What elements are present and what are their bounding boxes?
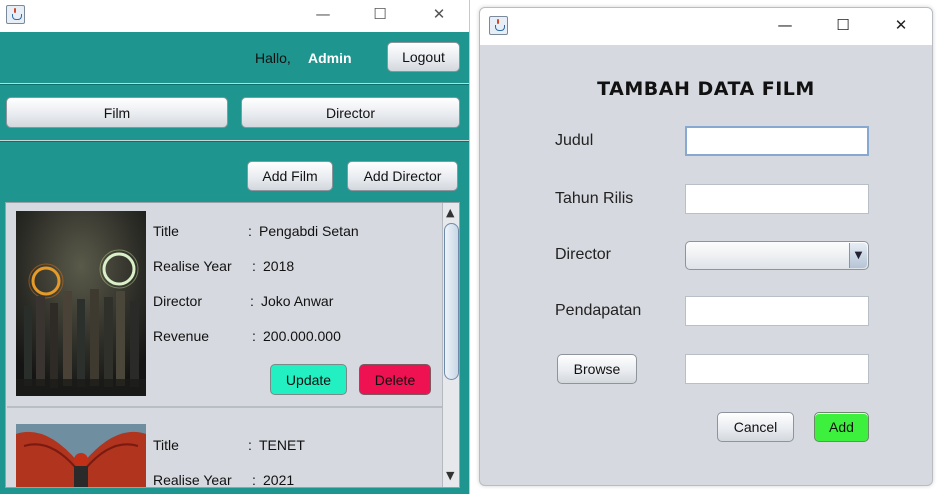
tahun-rilis-label: Tahun Rilis bbox=[555, 190, 634, 207]
update-button[interactable]: Update bbox=[270, 364, 347, 395]
java-icon bbox=[6, 5, 25, 24]
divider bbox=[0, 83, 469, 85]
pendapatan-input[interactable] bbox=[685, 296, 869, 326]
username-label: Admin bbox=[308, 50, 352, 66]
film-title-value: Pengabdi Setan bbox=[259, 223, 359, 239]
vertical-scrollbar[interactable]: ▲ ▼ bbox=[442, 203, 459, 487]
add-film-window: — ☐ ✕ TAMBAH DATA FILM Judul Tahun Rilis… bbox=[479, 7, 933, 486]
pendapatan-label: Pendapatan bbox=[555, 302, 642, 319]
film-year-value: 2018 bbox=[263, 258, 295, 274]
tahun-rilis-input[interactable] bbox=[685, 184, 869, 214]
director-label: Director bbox=[153, 293, 203, 309]
scroll-up-icon[interactable]: ▲ bbox=[446, 206, 454, 219]
add-director-button[interactable]: Add Director bbox=[347, 161, 458, 191]
title-label: Title bbox=[153, 223, 179, 239]
year-label: Realise Year bbox=[153, 472, 232, 488]
minimize-icon[interactable]: — bbox=[762, 11, 808, 39]
cancel-button[interactable]: Cancel bbox=[717, 412, 794, 442]
colon: : bbox=[250, 293, 254, 309]
title-label: Title bbox=[153, 437, 179, 453]
director-label: Director bbox=[555, 246, 612, 263]
chevron-down-icon[interactable]: ▼ bbox=[849, 243, 867, 268]
colon: : bbox=[252, 258, 256, 274]
maximize-icon[interactable]: ☐ bbox=[820, 11, 866, 39]
main-window: — ☐ ✕ Hallo, Admin Logout Film Director … bbox=[0, 0, 470, 494]
file-path-input[interactable] bbox=[685, 354, 869, 384]
minimize-icon[interactable]: — bbox=[300, 0, 346, 28]
maximize-icon[interactable]: ☐ bbox=[357, 0, 403, 28]
card-divider bbox=[7, 406, 443, 408]
add-button[interactable]: Add bbox=[814, 412, 869, 442]
form-titlebar: — ☐ ✕ bbox=[480, 8, 932, 45]
colon: : bbox=[252, 328, 256, 344]
film-card: Title : TENET Realise Year : 2021 bbox=[7, 409, 440, 488]
scroll-down-icon[interactable]: ▼ bbox=[446, 469, 454, 482]
nav-director-button[interactable]: Director bbox=[241, 97, 460, 128]
java-icon bbox=[489, 16, 508, 35]
add-film-button[interactable]: Add Film bbox=[247, 161, 333, 191]
film-title-value: TENET bbox=[259, 437, 305, 453]
close-icon[interactable]: ✕ bbox=[878, 11, 924, 39]
colon: : bbox=[252, 472, 256, 488]
film-card: Title : Pengabdi Setan Realise Year : 20… bbox=[7, 203, 443, 408]
divider bbox=[0, 140, 469, 142]
close-icon[interactable]: ✕ bbox=[416, 0, 462, 28]
browse-button[interactable]: Browse bbox=[557, 354, 637, 384]
greeting-label: Hallo, bbox=[255, 50, 291, 66]
revenue-label: Revenue bbox=[153, 328, 210, 344]
film-poster-image bbox=[16, 211, 146, 396]
film-list[interactable]: Title : Pengabdi Setan Realise Year : 20… bbox=[5, 202, 460, 488]
film-year-value: 2021 bbox=[263, 472, 295, 488]
colon: : bbox=[248, 437, 252, 453]
director-select[interactable]: ▼ bbox=[685, 241, 869, 270]
judul-label: Judul bbox=[555, 132, 594, 149]
judul-input[interactable] bbox=[685, 126, 869, 156]
form-heading: TAMBAH DATA FILM bbox=[597, 78, 815, 100]
logout-button[interactable]: Logout bbox=[387, 42, 460, 72]
year-label: Realise Year bbox=[153, 258, 232, 274]
film-poster-image bbox=[16, 424, 146, 487]
scroll-thumb[interactable] bbox=[444, 223, 459, 380]
film-director-value: Joko Anwar bbox=[261, 293, 334, 309]
nav-film-button[interactable]: Film bbox=[6, 97, 228, 128]
colon: : bbox=[248, 223, 252, 239]
main-titlebar: — ☐ ✕ bbox=[0, 0, 469, 32]
film-revenue-value: 200.000.000 bbox=[263, 328, 341, 344]
delete-button[interactable]: Delete bbox=[359, 364, 431, 395]
